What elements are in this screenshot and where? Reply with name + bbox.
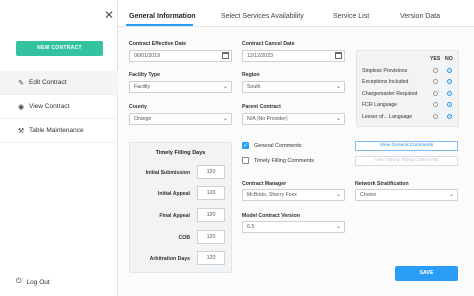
yes-no-item-label: Chargemaster Required	[362, 91, 418, 97]
initial-appeal-label: Initial Appeal	[157, 191, 190, 197]
chevron-down-icon: ⌄	[222, 116, 228, 122]
yes-no-panel: YES NO Stopless Provisions Exceptions In…	[356, 50, 459, 127]
no-radio[interactable]	[447, 114, 452, 119]
general-comments-checkbox[interactable]: ✓	[242, 142, 249, 149]
sidebar-item-label: Table Maintenance	[29, 127, 84, 134]
chevron-down-icon: ⌄	[448, 192, 454, 198]
cancel-date-value: 12/12/2023	[247, 53, 273, 59]
chevron-down-icon: ⌄	[335, 84, 341, 90]
cancel-date-label: Contract Cancel Date	[242, 41, 295, 47]
contract-manager-label: Contract Manager	[242, 181, 287, 187]
initial-appeal-input[interactable]: 120	[197, 186, 225, 200]
initial-submission-label: Initial Submission	[145, 170, 190, 176]
tab-service-list[interactable]: Service List	[333, 13, 369, 20]
pencil-icon: ✎	[18, 79, 24, 87]
yes-radio[interactable]	[433, 68, 438, 73]
network-stratification-select[interactable]: Choice ⌄	[355, 189, 458, 201]
contract-manager-value: McBride, Sherry Foxx	[247, 192, 297, 198]
sidebar-item-label: Edit Contract	[29, 79, 67, 86]
final-appeal-label: Final Appeal	[159, 213, 190, 219]
general-comments-label: General Comments	[254, 143, 302, 149]
chevron-down-icon: ⌄	[335, 192, 341, 198]
county-value: Orange	[134, 116, 152, 122]
network-stratification-value: Choice	[360, 192, 377, 198]
chevron-down-icon: ⌄	[335, 116, 341, 122]
timely-filling-comments-label: Timely Filling Comments	[254, 158, 315, 164]
tab-select-services-availability[interactable]: Select Services Availability	[221, 13, 304, 20]
tab-general-information[interactable]: General Information	[129, 13, 196, 20]
yes-no-item-label: Stopless Provisions	[362, 68, 408, 74]
facility-type-value: Facility	[134, 84, 151, 90]
county-label: County	[129, 104, 147, 110]
parent-contract-label: Parent Contract	[242, 104, 281, 110]
cob-input[interactable]: 120	[197, 230, 225, 244]
no-radio[interactable]	[447, 102, 452, 107]
new-contract-button[interactable]: NEW CONTRACT	[16, 41, 103, 56]
sidebar-nav: ✎ Edit Contract ◉ View Contract ⚒ Table …	[0, 71, 118, 143]
effective-date-input[interactable]: 06/01/2019	[129, 50, 232, 62]
cob-label: COB	[178, 235, 190, 241]
calendar-icon[interactable]	[222, 52, 229, 59]
logout-label: Log Out	[26, 278, 50, 286]
no-radio[interactable]	[447, 79, 452, 84]
initial-submission-input[interactable]: 120	[197, 165, 225, 179]
yes-radio[interactable]	[433, 91, 438, 96]
chevron-down-icon: ⌄	[222, 84, 228, 90]
contract-manager-select[interactable]: McBride, Sherry Foxx ⌄	[242, 189, 345, 201]
region-select[interactable]: South ⌄	[242, 81, 345, 93]
wrench-icon: ⚒	[17, 127, 25, 135]
county-select[interactable]: Orange ⌄	[129, 113, 232, 125]
arbitration-days-input[interactable]: 120	[197, 251, 225, 265]
logout-button[interactable]: ⏻ Log Out	[16, 278, 50, 286]
timely-filling-days-panel: Timely Filling Days Initial Submission 1…	[129, 142, 232, 273]
model-contract-version-label: Model Contract Version	[242, 213, 300, 219]
view-general-comments-button[interactable]: View General Comments	[355, 141, 458, 151]
yes-column-header: YES	[430, 56, 441, 62]
timely-filling-days-title: Timely Filling Days	[155, 150, 206, 156]
calendar-icon[interactable]	[335, 52, 342, 59]
tab-bar: General Information Select Services Avai…	[118, 0, 474, 27]
cancel-date-input[interactable]: 12/12/2023	[242, 50, 345, 62]
yes-no-item-label: FCR Language	[362, 102, 398, 108]
sidebar-item-edit-contract[interactable]: ✎ Edit Contract	[0, 71, 118, 95]
save-button[interactable]: SAVE	[395, 266, 458, 281]
region-label: Region	[242, 72, 260, 78]
yes-no-item-label: Lesser of... Language	[362, 114, 413, 120]
yes-no-item-label: Exceptions Included	[362, 79, 409, 85]
yes-radio[interactable]	[433, 102, 438, 107]
network-stratification-label: Network Stratification	[355, 181, 409, 187]
active-tab-indicator	[126, 24, 193, 26]
sidebar-item-view-contract[interactable]: ◉ View Contract	[0, 95, 118, 119]
model-contract-version-value: 6.5	[247, 224, 255, 230]
chevron-down-icon: ⌄	[335, 224, 341, 230]
tab-version-data[interactable]: Version Data	[400, 13, 440, 20]
eye-icon: ◉	[17, 103, 25, 111]
timely-filling-comments-checkbox[interactable]	[242, 157, 249, 164]
model-contract-version-select[interactable]: 6.5 ⌄	[242, 221, 345, 233]
effective-date-label: Contract Effective Date	[129, 41, 187, 47]
yes-radio[interactable]	[433, 79, 438, 84]
view-timely-filling-comments-button[interactable]: View Timely Filling Comments	[355, 156, 458, 166]
effective-date-value: 06/01/2019	[134, 53, 160, 59]
no-radio[interactable]	[447, 68, 452, 73]
no-column-header: NO	[445, 56, 453, 62]
no-radio[interactable]	[447, 91, 452, 96]
main-content: General Information Select Services Avai…	[118, 0, 474, 296]
close-icon[interactable]: ✕	[104, 9, 114, 21]
power-icon: ⏻	[16, 278, 22, 285]
facility-type-select[interactable]: Facility ⌄	[129, 81, 232, 93]
parent-contract-value: N/A (No Provider)	[247, 116, 288, 122]
final-appeal-input[interactable]: 120	[197, 208, 225, 222]
sidebar: ✕ NEW CONTRACT ✎ Edit Contract ◉ View Co…	[0, 0, 118, 296]
sidebar-item-label: View Contract	[29, 103, 70, 110]
arbitration-days-label: Arbitration Days	[149, 256, 190, 262]
parent-contract-select[interactable]: N/A (No Provider) ⌄	[242, 113, 345, 125]
sidebar-item-table-maintenance[interactable]: ⚒ Table Maintenance	[0, 119, 118, 143]
facility-type-label: Facility Type	[129, 72, 161, 78]
yes-radio[interactable]	[433, 114, 438, 119]
region-value: South	[247, 84, 261, 90]
